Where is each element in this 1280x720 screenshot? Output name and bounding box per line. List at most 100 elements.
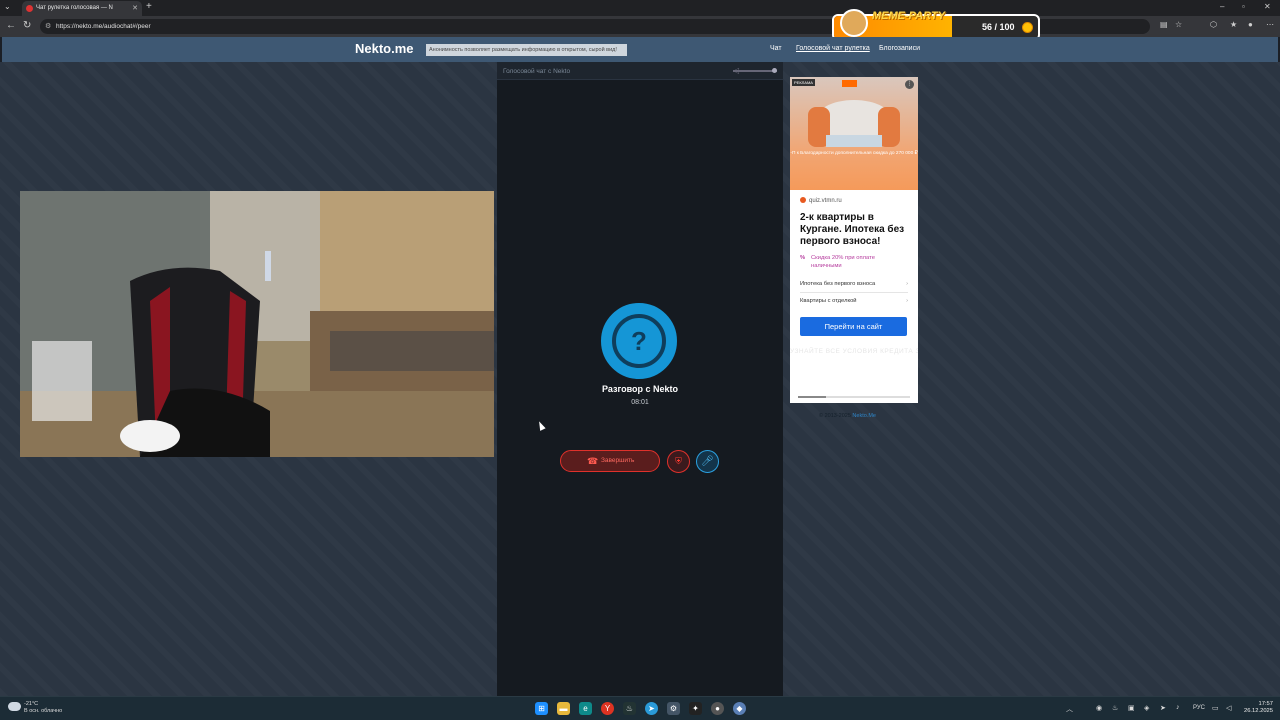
- footer-link[interactable]: Nekto.Me: [852, 413, 876, 419]
- doge-icon: [840, 9, 868, 37]
- chat-label: Голосовой чат с Nekto: [503, 68, 571, 75]
- ad-link-label: Ипотека без первого взноса: [800, 281, 876, 287]
- ad-promo-text: Скидка 20% при оплате наличными: [811, 255, 875, 269]
- tray-overflow-icon[interactable]: ︿: [1066, 704, 1073, 714]
- site-logo[interactable]: Nekto.me: [355, 41, 414, 56]
- ad-domain-text: quiz.vtmn.ru: [809, 198, 842, 204]
- ad-link-mortgage[interactable]: Ипотека без первого взноса ›: [800, 281, 908, 287]
- ad-promo: % Скидка 20% при оплате наличными: [800, 254, 900, 270]
- site-info-icon[interactable]: ⚙: [45, 22, 51, 30]
- tab-list-icon[interactable]: ⌄: [4, 2, 11, 11]
- nav-voice-chat[interactable]: Голосовой чат рулетка: [796, 45, 870, 52]
- cloud-icon: [8, 702, 21, 711]
- meme-party-title: MEME-PARTY: [872, 10, 945, 22]
- menu-icon[interactable]: ⋯: [1266, 20, 1274, 29]
- volume-slider[interactable]: [733, 68, 777, 73]
- webcam-frame: [20, 191, 494, 457]
- network-icon[interactable]: ▭: [1212, 704, 1219, 712]
- ad-illustration: [808, 100, 900, 147]
- ad-disclaimer-watermark: УЗНАЙТЕ ВСЕ УСЛОВИЯ КРЕДИТА ЗАЙМА НА САЙ…: [790, 348, 918, 355]
- browser-tab[interactable]: Чат рулетка голосовая — N ✕: [22, 1, 142, 16]
- nav-chat[interactable]: Чат: [770, 45, 782, 52]
- coin-icon: [1022, 22, 1033, 33]
- new-tab-icon[interactable]: +: [146, 1, 152, 12]
- tray-nvidia-icon[interactable]: ◈: [1144, 704, 1149, 712]
- ad-divider: [800, 292, 908, 293]
- start-icon[interactable]: ⊞: [535, 702, 548, 715]
- peer-avatar: ?: [601, 303, 677, 379]
- minimize-icon[interactable]: –: [1220, 2, 1224, 11]
- ad-domain-icon: [800, 197, 806, 203]
- telegram-icon[interactable]: ➤: [645, 702, 658, 715]
- tray-telegram-icon[interactable]: ➤: [1160, 704, 1166, 712]
- ad-brand-logo: [842, 80, 857, 87]
- settings-icon[interactable]: ⚙: [667, 702, 680, 715]
- maximize-icon[interactable]: ▫: [1242, 2, 1245, 11]
- close-tab-icon[interactable]: ✕: [132, 4, 138, 12]
- close-window-icon[interactable]: ✕: [1264, 2, 1271, 11]
- ad-link-label: Квартиры с отделкой: [800, 298, 857, 304]
- app-globe-icon[interactable]: ◆: [733, 702, 746, 715]
- site-copyright: © 2013-2025 Nekto.Me: [819, 413, 876, 419]
- advertisement[interactable]: РЕКЛАМА ⋮ -П к Благодарности дополнитель…: [790, 77, 918, 403]
- reload-icon[interactable]: ↻: [23, 20, 31, 31]
- ad-domain[interactable]: quiz.vtmn.ru: [800, 197, 842, 204]
- site-header: Nekto.me Анонимность позволяет размещать…: [2, 37, 1278, 62]
- ad-image[interactable]: РЕКЛАМА ⋮ -П к Благодарности дополнитель…: [790, 77, 918, 190]
- microphone-button[interactable]: 🎤︎: [696, 450, 719, 473]
- ad-headline[interactable]: 2-к квартиры в Кургане. Ипотека без перв…: [800, 212, 912, 248]
- weather-widget[interactable]: -21°C В осн. облачно: [8, 701, 62, 715]
- report-button[interactable]: ⛨: [667, 450, 690, 473]
- chevron-right-icon: ›: [906, 298, 908, 304]
- browser-tab-bar: ⌄ Чат рулетка голосовая — N ✕ + – ▫ ✕: [0, 0, 1280, 16]
- app-icon[interactable]: ✦: [689, 702, 702, 715]
- anonymity-notice: Анонимность позволяет размещать информац…: [426, 44, 627, 56]
- read-mode-icon[interactable]: ▤: [1160, 20, 1168, 29]
- file-explorer-icon[interactable]: ▬: [557, 702, 570, 715]
- voice-chat-panel: Голосовой чат с Nekto ◁ ? Разговор с Nek…: [497, 62, 783, 696]
- tray-steam-icon[interactable]: ♨: [1112, 704, 1118, 712]
- microphone-icon: 🎤︎: [701, 456, 714, 467]
- chat-panel-header: Голосовой чат с Nekto ◁: [497, 62, 783, 80]
- back-icon[interactable]: ←: [6, 20, 16, 31]
- steam-icon[interactable]: ♨: [623, 702, 636, 715]
- ad-link-finished[interactable]: Квартиры с отделкой ›: [800, 298, 908, 304]
- volume-tray-icon[interactable]: ◁: [1226, 704, 1231, 712]
- ad-cta-button[interactable]: Перейти на сайт: [800, 317, 907, 336]
- profile-avatar[interactable]: ●: [1248, 20, 1253, 29]
- tray-app2-icon[interactable]: ▣: [1128, 704, 1135, 712]
- yandex-icon[interactable]: Y: [601, 702, 614, 715]
- percent-icon: %: [800, 255, 806, 261]
- extensions-icon[interactable]: ⬡: [1210, 20, 1217, 29]
- clock-date: 26.12.2025: [1243, 708, 1273, 714]
- ad-pager-active: [798, 396, 826, 398]
- shield-icon: ⛨: [675, 456, 682, 466]
- address-bar: ← ↻ ⚙ https://nekto.me/audiochat#/peer ▤…: [0, 16, 1280, 37]
- weather-desc: В осн. облачно: [24, 708, 63, 714]
- tab-favicon-icon: [26, 5, 33, 12]
- clock-time: 17:57: [1258, 701, 1273, 707]
- end-call-label: Завершить: [601, 457, 635, 464]
- obs-icon[interactable]: ●: [711, 702, 724, 715]
- ad-pager: [798, 396, 910, 398]
- question-icon: ?: [612, 314, 666, 368]
- ad-more-icon[interactable]: ⋮: [905, 80, 914, 89]
- tray-app-icon[interactable]: ◉: [1096, 704, 1102, 712]
- tray-mic-icon[interactable]: ♪: [1176, 704, 1180, 711]
- webcam-video: [20, 191, 494, 457]
- clock[interactable]: 17:57 26.12.2025: [1240, 701, 1273, 715]
- favorites-icon[interactable]: ★: [1230, 20, 1237, 29]
- language-indicator[interactable]: РУС: [1193, 705, 1205, 711]
- volume-knob[interactable]: [772, 68, 777, 73]
- chevron-right-icon: ›: [906, 281, 908, 287]
- call-title: Разговор с Nekto: [601, 384, 679, 394]
- nav-blog[interactable]: Блогозаписи: [879, 45, 920, 52]
- end-call-button[interactable]: ☎ Завершить: [560, 450, 660, 472]
- edge-icon[interactable]: e: [579, 702, 592, 715]
- copyright-text: © 2013-2025: [819, 413, 851, 419]
- call-timer: 08:01: [631, 399, 649, 406]
- bookmark-icon[interactable]: ☆: [1175, 20, 1182, 29]
- weather-temp: -21°C: [24, 701, 39, 707]
- hangup-icon: ☎: [587, 456, 599, 466]
- ad-badge: РЕКЛАМА: [792, 79, 815, 86]
